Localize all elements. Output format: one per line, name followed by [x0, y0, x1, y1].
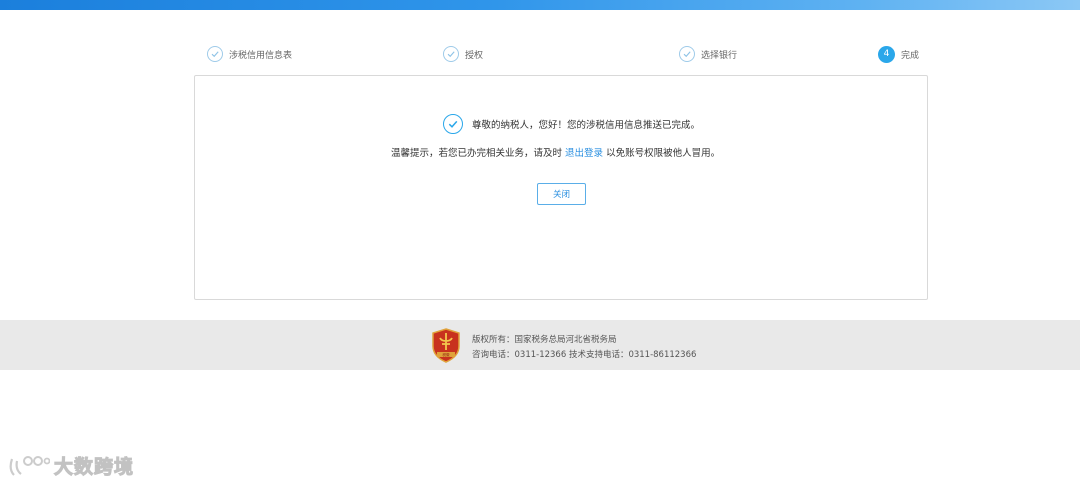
step-label: 完成: [901, 50, 920, 61]
success-message: 尊敬的纳税人，您好！您的涉税信用信息推送已完成。: [472, 120, 701, 131]
check-circle-icon: [443, 46, 459, 62]
result-card: 尊敬的纳税人，您好！您的涉税信用信息推送已完成。 温馨提示，若您已办完相关业务，…: [194, 75, 928, 300]
brand-logo-icon: [9, 455, 50, 476]
check-circle-icon: [443, 114, 463, 134]
check-circle-icon: [207, 46, 223, 62]
top-banner: [0, 0, 1080, 10]
step-complete: 4 完成: [878, 44, 919, 64]
step-label: 选择银行: [701, 50, 738, 61]
contact-text: 咨询电话：0311-12366 技术支持电话：0311-86112366: [472, 350, 697, 360]
emblem-caption: 税徽: [442, 352, 450, 357]
logout-tip: 温馨提示，若您已办完相关业务，请及时 退出登录 以免账号权限被他人冒用。: [391, 145, 720, 159]
page-footer: 税徽 版权所有：国家税务总局河北省税务局 咨询电话：0311-12366 技术支…: [0, 320, 1080, 370]
logout-link[interactable]: 退出登录: [565, 148, 603, 159]
step-label: 涉税信用信息表: [229, 50, 293, 61]
step-label: 授权: [465, 50, 484, 61]
close-button[interactable]: 关闭: [537, 183, 586, 205]
step-credit-info-table: 涉税信用信息表: [207, 44, 292, 64]
copyright-text: 版权所有：国家税务总局河北省税务局: [472, 335, 617, 345]
step-select-bank: 选择银行: [679, 44, 737, 64]
check-circle-icon: [679, 46, 695, 62]
step-number-badge: 4: [878, 45, 895, 63]
success-message-row: 尊敬的纳税人，您好！您的涉税信用信息推送已完成。: [443, 114, 700, 134]
tax-emblem-icon: 税徽: [432, 328, 460, 363]
step-authorize: 授权: [443, 44, 483, 64]
watermark: 大数跨境: [8, 452, 134, 479]
watermark-text: 大数跨境: [53, 456, 135, 479]
progress-steps: 涉税信用信息表 授权 选择银行 4 完成: [0, 44, 1080, 66]
tip-suffix: 以免账号权限被他人冒用。: [606, 148, 721, 159]
tip-prefix: 温馨提示，若您已办完相关业务，请及时: [391, 148, 563, 159]
